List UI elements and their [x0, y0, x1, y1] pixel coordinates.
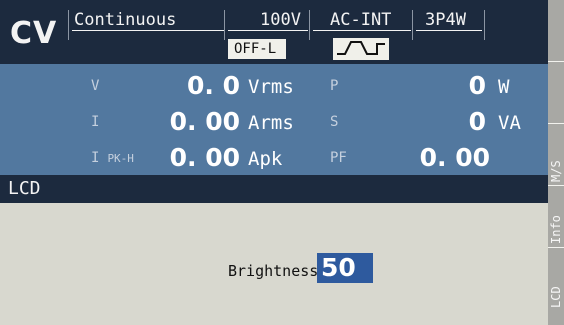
- softkey-label: M/S: [549, 160, 563, 182]
- divider: [484, 10, 485, 40]
- softkey-label: Info: [549, 215, 563, 244]
- measure-label: I: [91, 114, 100, 130]
- panel-header: LCD: [0, 175, 548, 203]
- measure-unit: Apk: [248, 148, 283, 170]
- measurement-row: I PK-H 0. 00 Apk PF 0. 00: [0, 140, 548, 176]
- lcd-screen: CV Continuous 100V AC-INT 3P4W OFF-L V 0…: [0, 0, 564, 325]
- measure-label-sub: PK-H: [107, 152, 134, 165]
- measure-label: S: [330, 114, 339, 130]
- output-state-badge: OFF-L: [228, 39, 286, 59]
- softkey-blank[interactable]: [548, 0, 564, 62]
- softkey-info[interactable]: Info: [548, 186, 564, 248]
- softkey-strip: M/S Info LCD: [548, 0, 564, 325]
- divider: [224, 10, 225, 40]
- measure-value: 0. 00: [169, 107, 240, 136]
- underline: [72, 30, 224, 31]
- measure-value: 0. 00: [419, 143, 490, 172]
- measure-value: 0. 00: [169, 143, 240, 172]
- measure-label-main: I: [91, 150, 100, 166]
- underline: [313, 30, 411, 31]
- status-bar: CV Continuous 100V AC-INT 3P4W OFF-L: [0, 0, 548, 64]
- measurement-row: I 0. 00 Arms S 0 VA: [0, 104, 548, 140]
- trigger-mode: Continuous: [74, 10, 177, 30]
- measure-label: P: [330, 78, 339, 94]
- panel-title: LCD: [8, 178, 41, 199]
- measure-label: PF: [330, 150, 347, 166]
- square-wave-icon: [333, 38, 389, 60]
- voltage-range: 100V: [260, 10, 301, 30]
- wiring-config: 3P4W: [425, 10, 466, 30]
- measure-value: 0. 0: [187, 71, 240, 100]
- softkey-ms[interactable]: M/S: [548, 124, 564, 186]
- measure-value: 0: [468, 107, 486, 136]
- measure-label: V: [91, 78, 100, 94]
- mode-indicator: CV: [10, 16, 58, 51]
- underline: [416, 30, 482, 31]
- measure-unit: Vrms: [248, 76, 294, 98]
- underline: [228, 30, 308, 31]
- measurement-panel: V 0. 0 Vrms P 0 W I 0. 00 Arms S 0 VA IP…: [0, 64, 548, 175]
- divider: [412, 10, 413, 40]
- softkey-blank[interactable]: [548, 62, 564, 124]
- signal-source: AC-INT: [330, 10, 392, 30]
- measure-unit: W: [498, 76, 510, 98]
- softkey-label: LCD: [549, 286, 563, 308]
- brightness-label: Brightness: [228, 262, 319, 280]
- measure-label: I PK-H: [91, 150, 134, 166]
- measure-value: 0: [468, 71, 486, 100]
- divider: [68, 10, 69, 40]
- measurement-row: V 0. 0 Vrms P 0 W: [0, 68, 548, 104]
- measure-unit: VA: [498, 112, 521, 134]
- measure-unit: Arms: [248, 112, 294, 134]
- brightness-value-field[interactable]: 50: [317, 253, 373, 283]
- settings-panel: Brightness 50: [0, 203, 548, 325]
- softkey-lcd[interactable]: LCD: [548, 248, 564, 325]
- divider: [309, 10, 310, 40]
